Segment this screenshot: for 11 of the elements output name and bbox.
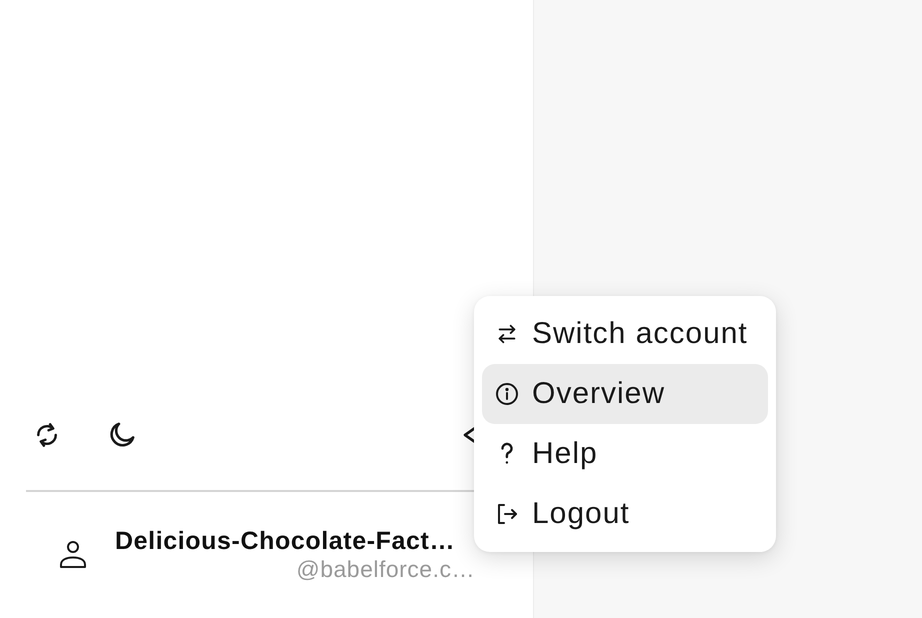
menu-item[interactable]: Overview [482,364,768,424]
menu-item[interactable]: Logout [482,484,768,544]
account-name: Delicious-Chocolate-Fact… [115,526,456,556]
swap-arrows-icon [496,323,518,345]
question-icon [500,442,514,466]
person-icon [57,538,89,570]
info-icon [495,382,519,406]
menu-item[interactable]: Switch account [482,304,768,364]
menu-item[interactable]: Help [482,424,768,484]
account-handle: @babelforce.c… [296,556,475,582]
logout-icon [496,502,518,526]
